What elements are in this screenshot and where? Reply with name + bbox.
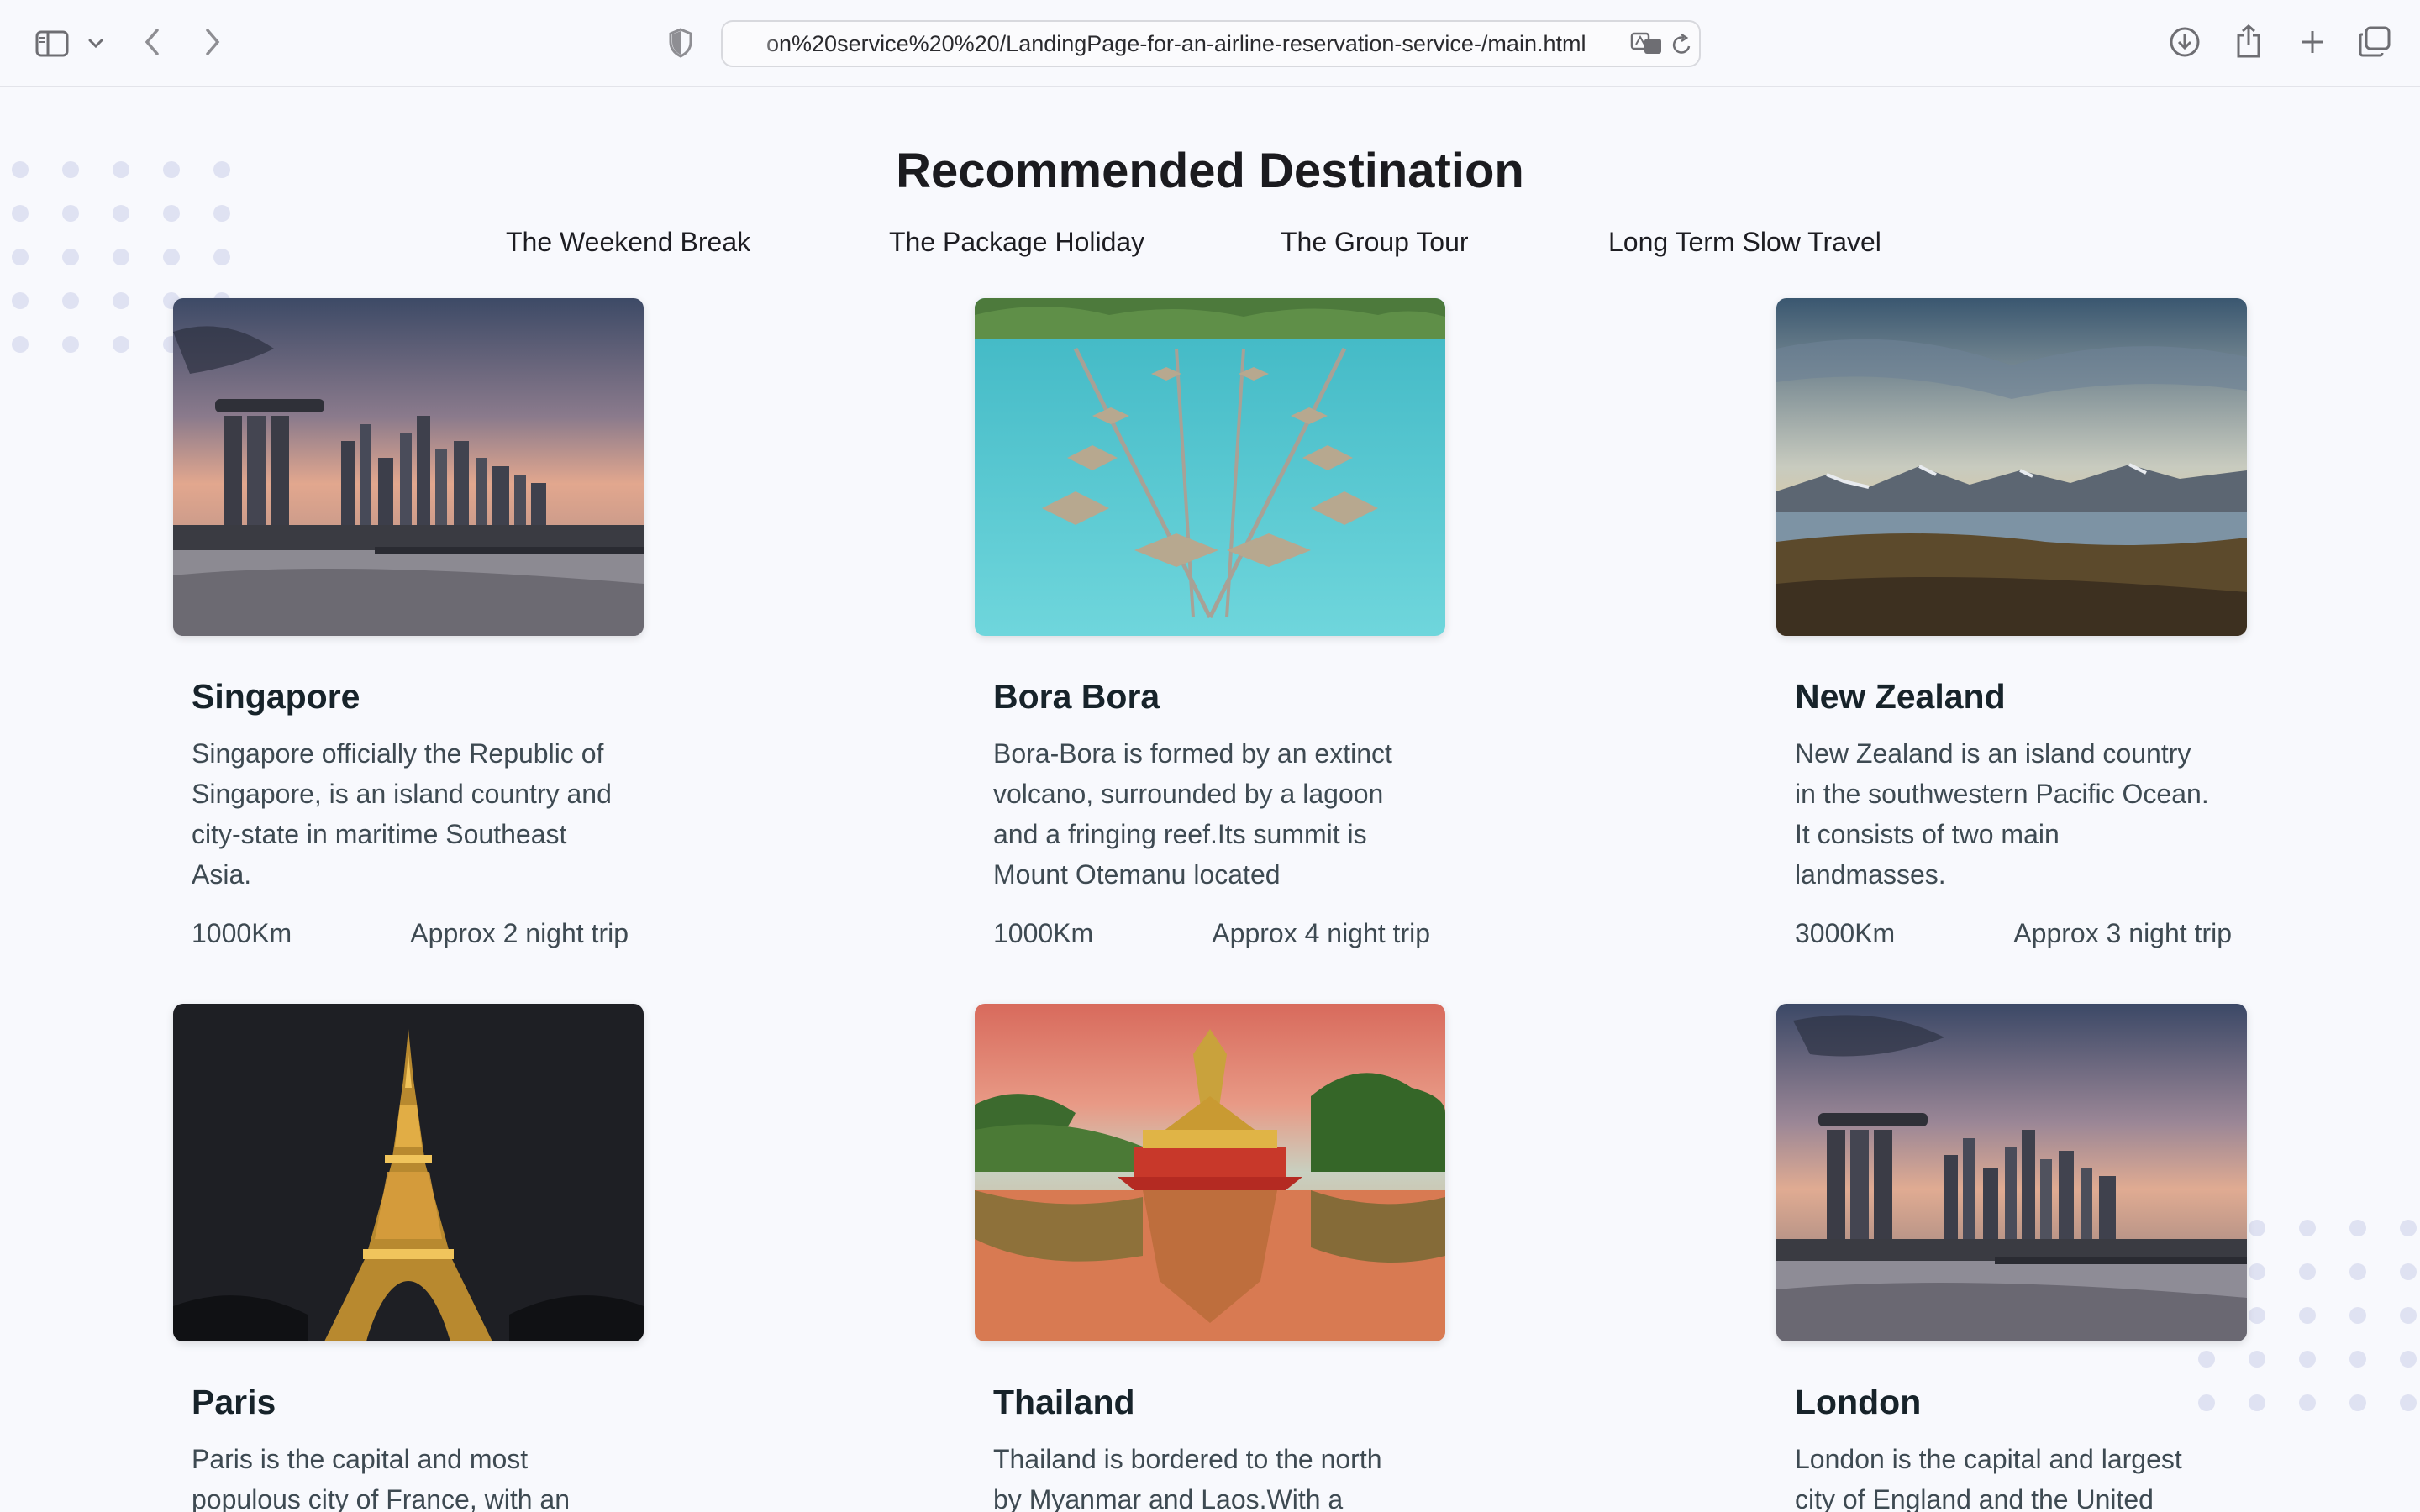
sidebar-toggle-icon[interactable] [34,25,71,62]
card-title: New Zealand [1795,677,2006,716]
browser-toolbar: on%20service%20%20/LandingPage-for-an-ai… [0,0,2420,87]
thailand-image [975,1004,1445,1341]
tabs-overview-icon[interactable] [2356,25,2393,59]
destination-card-london[interactable]: London London is the capital and largest… [1776,1004,2247,1512]
destination-card-singapore[interactable]: Singapore Singapore officially the Repub… [173,298,644,952]
singapore-image [173,298,644,636]
destination-card-thailand[interactable]: Thailand Thailand is bordered to the nor… [975,1004,1445,1512]
back-arrow-icon[interactable] [139,25,165,59]
tab-group-tour[interactable]: The Group Tour [1281,227,1469,258]
card-meta: 3000Km Approx 3 night trip [1795,918,2232,952]
download-icon[interactable] [2168,25,2202,59]
destination-card-bora-bora[interactable]: Bora Bora Bora-Bora is formed by an exti… [975,298,1445,952]
destination-card-new-zealand[interactable]: New Zealand New Zealand is an island cou… [1776,298,2247,952]
shield-icon[interactable] [666,27,696,59]
new-tab-plus-icon[interactable] [2296,25,2329,59]
share-icon[interactable] [2232,22,2265,60]
card-description: Singapore officially the Republic of Sin… [192,738,612,890]
card-trip-length: Approx 2 night trip [410,918,629,948]
section-title: Recommended Destination [896,144,1524,198]
url-text: on%20service%20%20/LandingPage-for-an-ai… [766,31,1586,56]
card-description: London is the capital and largest city o… [1795,1444,2182,1512]
url-bar[interactable]: on%20service%20%20/LandingPage-for-an-ai… [721,20,1701,67]
card-title: London [1795,1383,1922,1421]
destination-card-paris[interactable]: Paris Paris is the capital and most popu… [173,1004,644,1512]
translate-icon[interactable] [1628,29,1665,59]
card-distance: 1000Km [993,918,1094,948]
tab-weekend-break[interactable]: The Weekend Break [506,227,750,258]
card-title: Thailand [993,1383,1135,1421]
tab-package-holiday[interactable]: The Package Holiday [889,227,1144,258]
card-title: Paris [192,1383,276,1421]
reload-icon[interactable] [1669,32,1694,57]
url-fade [746,30,780,59]
card-distance: 1000Km [192,918,292,948]
forward-arrow-icon[interactable] [200,25,225,59]
card-title: Bora Bora [993,677,1160,716]
card-meta: 1000Km Approx 2 night trip [192,918,629,952]
london-image [1776,1004,2247,1341]
chevron-down-icon[interactable] [86,34,106,54]
card-trip-length: Approx 3 night trip [2013,918,2232,948]
card-title: Singapore [192,677,360,716]
new-zealand-image [1776,298,2247,636]
card-meta: 1000Km Approx 4 night trip [993,918,1430,952]
bora-bora-image [975,298,1445,636]
card-distance: 3000Km [1795,918,1896,948]
card-description: Bora-Bora is formed by an extinct volcan… [993,738,1392,890]
card-description: Paris is the capital and most populous c… [192,1444,571,1512]
card-description: Thailand is bordered to the north by Mya… [993,1444,1382,1512]
destination-tabs: The Weekend Break The Package Holiday Th… [0,227,2420,269]
tab-long-term-slow-travel[interactable]: Long Term Slow Travel [1608,227,1881,258]
card-description: New Zealand is an island country in the … [1795,738,2209,890]
card-trip-length: Approx 4 night trip [1212,918,1430,948]
paris-image [173,1004,644,1341]
